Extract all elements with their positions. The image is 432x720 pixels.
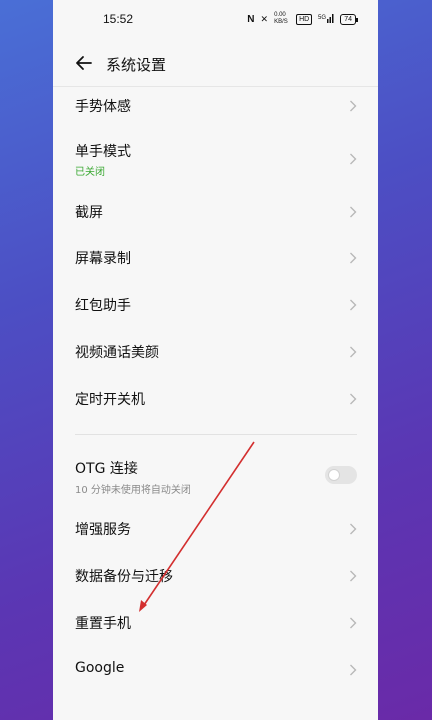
network-speed: 0.00 KB/S (274, 12, 288, 25)
list-item-label: 视频通话美颜 (75, 345, 159, 361)
status-icons: N ✕ 0.00 KB/S HD 5G 74 (247, 12, 358, 26)
silent-icon: ✕ (260, 13, 269, 24)
back-arrow-icon[interactable] (73, 52, 95, 74)
list-item-label: 手势体感 (75, 99, 131, 115)
chevron-right-icon (350, 299, 357, 311)
chevron-right-icon (350, 346, 357, 358)
list-item-backup-migrate[interactable]: 数据备份与迁移 (53, 553, 378, 599)
list-item-label: 数据备份与迁移 (75, 569, 173, 585)
list-item-label: 单手模式 (75, 144, 131, 160)
chevron-right-icon (350, 523, 357, 535)
list-item-screen-record[interactable]: 屏幕录制 (53, 235, 378, 281)
chevron-right-icon (350, 570, 357, 582)
list-item-label: 截屏 (75, 205, 103, 221)
chevron-right-icon (350, 100, 357, 112)
list-item-video-beauty[interactable]: 视频通话美颜 (53, 329, 378, 375)
list-item-status: 已关闭 (75, 167, 105, 178)
otg-toggle[interactable] (325, 466, 357, 484)
hd-icon: HD (296, 13, 313, 25)
list-item-scheduled-power[interactable]: 定时开关机 (53, 376, 378, 422)
list-item-gesture[interactable]: 手势体感 (53, 84, 378, 130)
list-item-label: 红包助手 (75, 298, 131, 314)
chevron-right-icon (350, 617, 357, 629)
section-divider (75, 434, 357, 435)
list-item-description: 10 分钟未使用将自动关闭 (75, 485, 191, 496)
list-item-screenshot[interactable]: 截屏 (53, 189, 378, 235)
status-time: 15:52 (103, 12, 134, 26)
list-item-label: 增强服务 (75, 522, 131, 538)
chevron-right-icon (350, 393, 357, 405)
list-item-label: 屏幕录制 (75, 251, 131, 267)
page-title: 系统设置 (106, 56, 167, 74)
list-item-label: OTG 连接 (75, 461, 138, 477)
signal-icon: 5G (318, 13, 334, 25)
chevron-right-icon (350, 664, 357, 676)
status-bar: 15:52 N ✕ 0.00 KB/S HD 5G 74 (53, 0, 378, 40)
chevron-right-icon (350, 206, 357, 218)
list-item-label: 定时开关机 (75, 392, 145, 408)
list-item-enhanced-service[interactable]: 增强服务 (53, 506, 378, 552)
header: 系统设置 (53, 44, 378, 84)
phone-screen: 15:52 N ✕ 0.00 KB/S HD 5G 74 系统设置 手势体感 单… (53, 0, 378, 720)
chevron-right-icon (350, 153, 357, 165)
list-item-red-packet[interactable]: 红包助手 (53, 282, 378, 328)
list-item-reset-phone[interactable]: 重置手机 (53, 600, 378, 646)
list-item-label: 重置手机 (75, 616, 131, 632)
signal-label: 5G (318, 15, 326, 21)
battery-icon: 74 (340, 13, 358, 25)
list-item-google[interactable]: Google (53, 647, 378, 693)
list-item-one-hand-mode[interactable]: 单手模式 已关闭 (53, 134, 378, 186)
list-item-label: Google (75, 660, 125, 676)
nfc-icon: N (247, 13, 255, 25)
toggle-knob (328, 469, 340, 481)
chevron-right-icon (350, 252, 357, 264)
